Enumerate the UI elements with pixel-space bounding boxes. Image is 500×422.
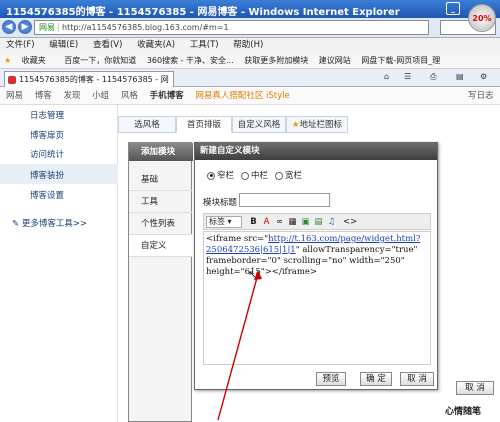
back-icon[interactable]: ◀ <box>2 20 16 34</box>
left-item-decorate[interactable]: 博客装扮 <box>30 169 64 181</box>
add-module-basic[interactable]: 基础 <box>129 169 192 191</box>
browser-tab[interactable]: 1154576385的博客 - 1154576385 - 网易博客 <box>4 71 174 99</box>
left-item-stats[interactable]: 访问统计 <box>30 148 64 160</box>
video-icon[interactable]: ▤ <box>313 216 324 228</box>
left-item-flyleaf[interactable]: 博客扉页 <box>30 129 64 141</box>
image-icon[interactable]: ▣ <box>300 216 311 228</box>
fav-suggested[interactable]: 建议网站 <box>319 56 351 65</box>
cancel-button-right[interactable]: 取 消 <box>456 381 494 395</box>
add-module-custom[interactable]: 自定义 <box>129 235 192 257</box>
add-module-tools[interactable]: 工具 <box>129 191 192 213</box>
editor-code-start: <iframe src=" <box>206 234 269 244</box>
address-row: ◀ ▶ 网易 http://a1154576385.blog.163.com/#m… <box>0 18 500 38</box>
left-item-settings[interactable]: 博客设置 <box>30 189 64 201</box>
minimize-button[interactable]: _ <box>446 2 460 15</box>
right-edge <box>438 142 500 382</box>
fav-netdisk[interactable]: 网盘下载-网页项目_理 <box>361 56 440 65</box>
menu-view[interactable]: 查看(V) <box>93 40 122 50</box>
menu-help[interactable]: 帮助(H) <box>233 40 263 50</box>
subtab-homepage-layout[interactable]: 首页排版 <box>176 116 232 133</box>
menu-favorites[interactable]: 收藏夹(A) <box>137 40 175 50</box>
menu-bar: 文件(F) 编辑(E) 查看(V) 收藏夹(A) 工具(T) 帮助(H) <box>0 38 500 52</box>
favorites-bar: ★ 收藏夹 百度一下，你就知道 360搜索 - 干净、安全... 获取更多附加模… <box>0 52 500 69</box>
fav-360[interactable]: 360搜索 - 干净、安全... <box>147 56 234 65</box>
subtab-address-icon[interactable]: ★地址栏图标 <box>286 116 348 133</box>
left-item-log-manage[interactable]: 日志管理 <box>30 109 64 121</box>
address-url: http://a1154576385.blog.163.com/#m=1 <box>62 23 229 32</box>
print-icon[interactable]: ⎙ <box>430 72 436 82</box>
module-content-editor[interactable]: <iframe src="http://t.163.com/page/widge… <box>203 231 431 365</box>
dialog-title: 新建自定义模块 <box>195 143 437 160</box>
radio-wide-label: 宽栏 <box>285 171 303 181</box>
page-menu-icon[interactable]: ▤ <box>456 72 464 81</box>
music-icon[interactable]: ♫ <box>326 216 337 228</box>
nav-netease[interactable]: 网易 <box>6 91 23 101</box>
menu-edit[interactable]: 编辑(E) <box>49 40 78 50</box>
mouse-cursor-icon: ↖ <box>248 268 258 281</box>
subtab-custom-style[interactable]: 自定义风格 <box>232 116 286 133</box>
nav-promo[interactable]: 网易真人搭配社区 iStyle <box>195 91 289 101</box>
radio-narrow[interactable]: 窄栏 <box>207 169 234 181</box>
radio-narrow-icon <box>207 171 215 180</box>
preview-button[interactable]: 预览 <box>316 372 346 386</box>
menu-tools[interactable]: 工具(T) <box>190 40 219 50</box>
forward-icon[interactable]: ▶ <box>18 20 32 34</box>
site-nav: 网易 博客 发现 小组 风格 手机博客 网易真人搭配社区 iStyle 写日志 <box>0 87 500 105</box>
tab-row: 1154576385的博客 - 1154576385 - 网易博客 ⌂ ☰ ⎙ … <box>0 69 500 99</box>
favicon-icon <box>8 76 16 84</box>
favorites-button[interactable]: ★ 收藏夹 <box>4 56 54 65</box>
style-select[interactable]: 标签 ▾ <box>206 216 242 228</box>
tools-menu-icon[interactable]: ⚙ <box>480 72 487 81</box>
nav-blog[interactable]: 博客 <box>35 91 52 101</box>
feeds-icon[interactable]: ☰ <box>404 72 411 81</box>
address-bar[interactable]: 网易 http://a1154576385.blog.163.com/#m=1 <box>34 20 429 35</box>
diary-heading: 心情随笔 <box>445 407 482 417</box>
site-tag: 网易 <box>39 23 59 32</box>
source-code-button[interactable]: <> <box>343 216 357 228</box>
module-title-input[interactable] <box>239 193 330 207</box>
menu-file[interactable]: 文件(F) <box>6 40 35 50</box>
favorites-label: 收藏夹 <box>21 56 46 65</box>
editor-toolbar: 标签 ▾ B A ∞ ▦ ▣ ▤ ♫ <> <box>203 213 431 230</box>
ok-button[interactable]: 确 定 <box>360 372 392 386</box>
radio-narrow-label: 窄栏 <box>217 171 235 181</box>
font-color-button[interactable]: A <box>261 216 272 228</box>
bold-button[interactable]: B <box>248 216 259 228</box>
fav-baidu[interactable]: 百度一下，你就知道 <box>64 56 136 65</box>
radio-medium[interactable]: 中栏 <box>241 169 268 181</box>
window-titlebar: 1154576385的博客 - 1154576385 - 网易博客 - Wind… <box>0 0 500 18</box>
left-menu: 日志管理 博客扉页 访问统计 博客装扮 博客设置 ✎ 更多博客工具>> <box>0 105 118 422</box>
left-item-more-tools[interactable]: ✎ 更多博客工具>> <box>12 217 87 229</box>
subtab-choose-style[interactable]: 选风格 <box>118 116 176 133</box>
nav-style[interactable]: 风格 <box>121 91 138 101</box>
add-module-panel: 添加模块 基础 工具 个性列表 自定义 <box>128 142 193 422</box>
nav-mobile-blog[interactable]: 手机博客 <box>150 91 184 101</box>
write-log-link[interactable]: 写日志 <box>468 87 494 105</box>
window-title: 1154576385的博客 - 1154576385 - 网易博客 - Wind… <box>6 7 400 18</box>
radio-medium-label: 中栏 <box>251 171 269 181</box>
address-icon-star-icon: ★ <box>291 120 300 130</box>
link-icon[interactable]: ∞ <box>274 216 285 228</box>
dialog-cancel-button[interactable]: 取 消 <box>400 372 434 386</box>
radio-medium-icon <box>241 171 249 180</box>
more-tools-label: 更多博客工具>> <box>21 219 88 229</box>
radio-wide[interactable]: 宽栏 <box>275 169 302 181</box>
fav-addons[interactable]: 获取更多附加模块 <box>244 56 308 65</box>
add-module-title: 添加模块 <box>129 143 193 161</box>
style-select-value: 标签 <box>209 217 225 226</box>
progress-badge: 20% <box>468 4 496 32</box>
module-title-label: 模块标题 <box>203 198 238 208</box>
new-custom-module-dialog: 新建自定义模块 窄栏 中栏 宽栏 模块标题 标签 ▾ B A ∞ ▦ ▣ ▤ ♫… <box>194 142 438 390</box>
add-module-personal-list[interactable]: 个性列表 <box>129 213 192 235</box>
wrench-icon: ✎ <box>12 219 20 229</box>
radio-wide-icon <box>275 171 283 180</box>
home-icon[interactable]: ⌂ <box>384 72 389 81</box>
nav-discover[interactable]: 发现 <box>63 91 80 101</box>
star-icon: ★ <box>4 56 12 65</box>
nav-group[interactable]: 小组 <box>92 91 109 101</box>
subtab-address-icon-label: 地址栏图标 <box>299 120 343 130</box>
table-icon[interactable]: ▦ <box>287 216 298 228</box>
